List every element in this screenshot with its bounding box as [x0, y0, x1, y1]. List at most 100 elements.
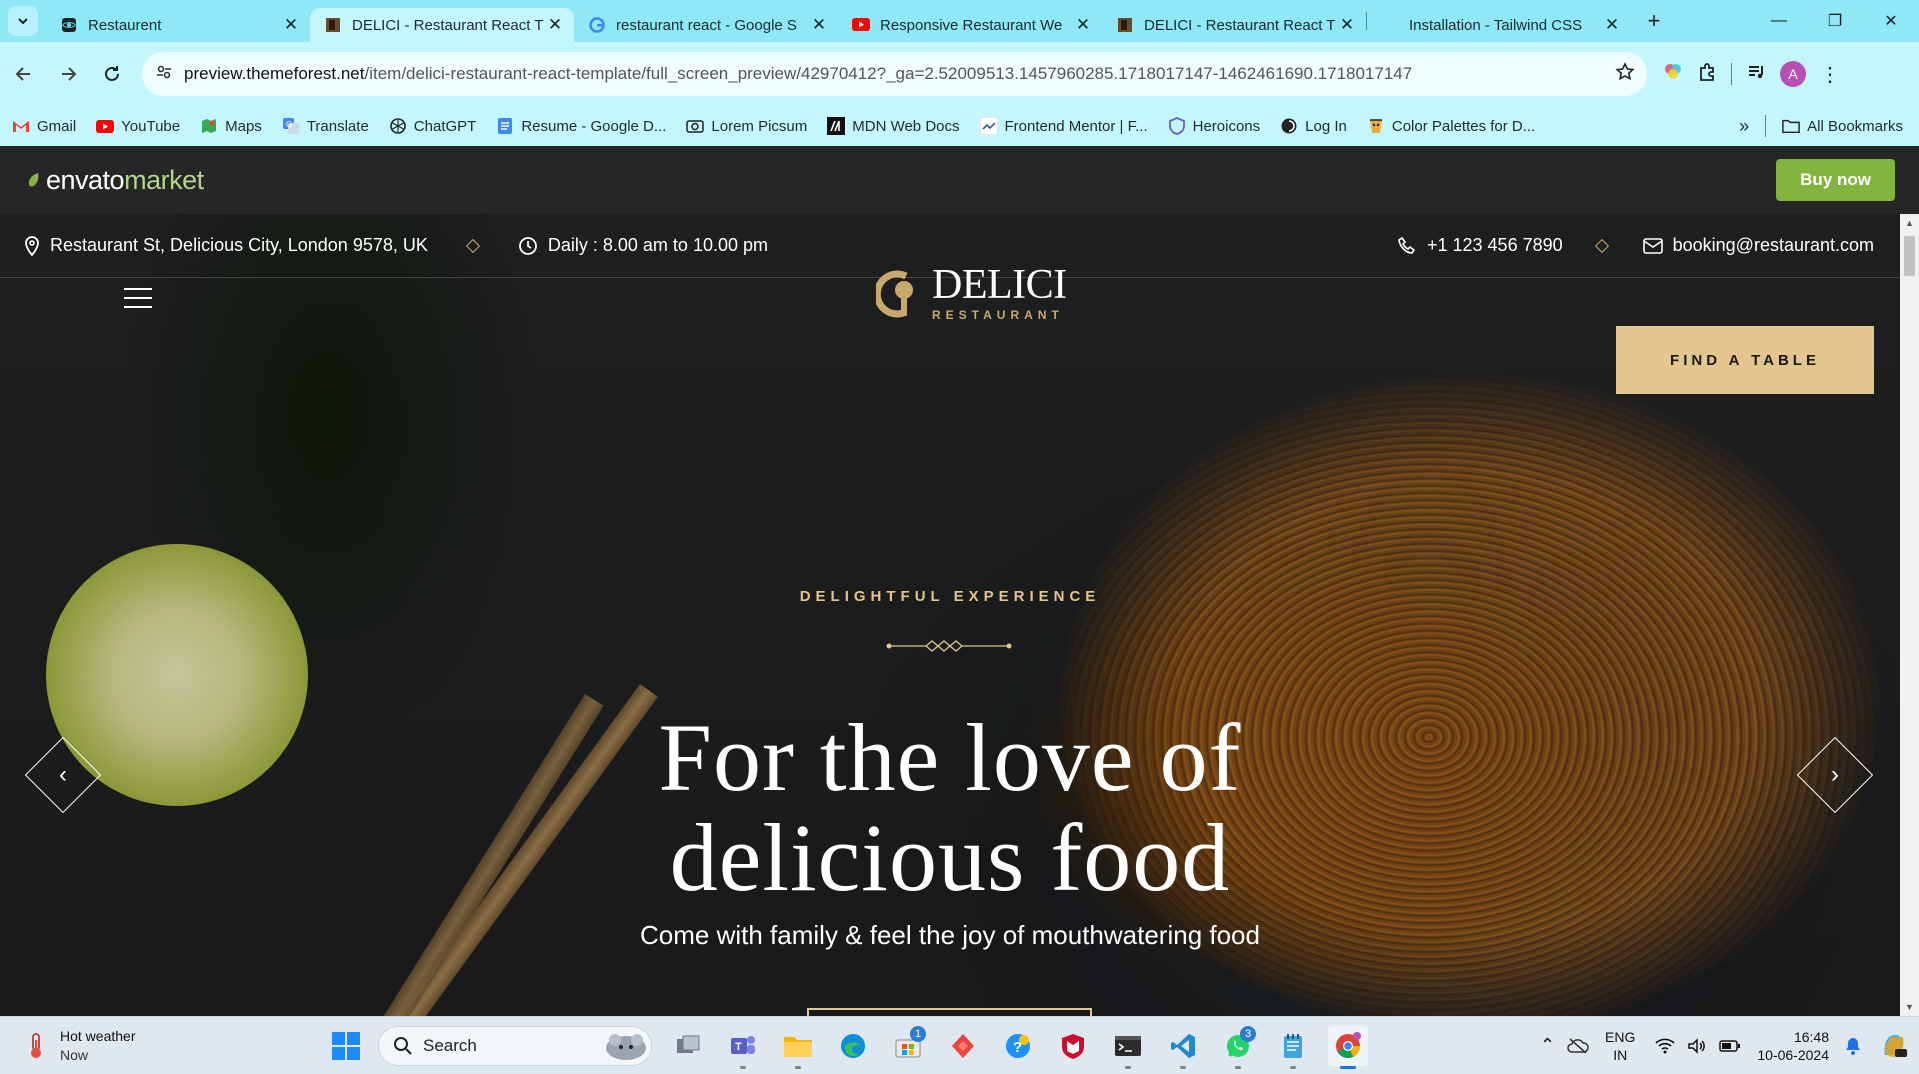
- browser-tab[interactable]: restaurant react - Google S ✕: [574, 8, 838, 42]
- bookmark-frontend-mentor[interactable]: Frontend Mentor | F...: [979, 117, 1148, 135]
- microsoft-store-icon[interactable]: 1: [888, 1025, 928, 1066]
- bookmark-translate[interactable]: G Translate: [282, 117, 369, 135]
- url-host: preview.themeforest.net: [184, 64, 365, 83]
- scroll-down-icon[interactable]: ▼: [1900, 1002, 1919, 1012]
- anydesk-icon[interactable]: [943, 1026, 983, 1066]
- page-scrollbar[interactable]: ▲ ▼: [1900, 214, 1919, 1016]
- chevron-left-icon: ‹: [59, 761, 67, 788]
- close-icon[interactable]: ✕: [1074, 15, 1092, 35]
- task-view-icon[interactable]: [668, 1026, 708, 1066]
- onedrive-offline-icon[interactable]: [1567, 1037, 1589, 1055]
- taskbar-search[interactable]: Search: [378, 1025, 652, 1066]
- hero-cta-button[interactable]: [807, 1008, 1092, 1016]
- bookmark-label: Resume - Google D...: [521, 117, 667, 135]
- browser-tab[interactable]: Responsive Restaurant We ✕: [838, 8, 1102, 42]
- weather-widget[interactable]: Hot weather Now: [24, 1027, 324, 1065]
- file-explorer-icon[interactable]: [778, 1026, 818, 1069]
- delici-logo[interactable]: DELICI RESTAURANT: [876, 264, 1067, 322]
- notification-bell-icon[interactable]: [1843, 1036, 1863, 1056]
- bookmark-mdn[interactable]: MDN Web Docs: [827, 117, 960, 135]
- close-icon[interactable]: ✕: [546, 15, 564, 35]
- tab-title: Installation - Tailwind CSS: [1409, 16, 1583, 34]
- site-info-icon[interactable]: [154, 62, 174, 87]
- bookmark-resume[interactable]: Resume - Google D...: [496, 117, 666, 135]
- bookmark-chatgpt[interactable]: ChatGPT: [389, 117, 476, 135]
- back-button[interactable]: [4, 54, 44, 94]
- scrollbar-thumb[interactable]: [1904, 236, 1915, 276]
- react-icon: [60, 16, 78, 34]
- search-label: Search: [423, 1035, 477, 1055]
- new-tab-button[interactable]: +: [1637, 4, 1671, 38]
- whatsapp-icon[interactable]: 3: [1218, 1025, 1258, 1069]
- forward-button[interactable]: [48, 54, 88, 94]
- buy-now-button[interactable]: Buy now: [1776, 159, 1895, 201]
- reload-button[interactable]: [92, 54, 132, 94]
- envato-logo-word: envato: [46, 164, 125, 195]
- address-bar[interactable]: preview.themeforest.net/item/delici-rest…: [142, 52, 1647, 96]
- bookmarks-overflow-button[interactable]: »: [1739, 116, 1749, 137]
- hamburger-menu-icon[interactable]: [124, 288, 152, 315]
- mcafee-icon[interactable]: [1053, 1026, 1093, 1066]
- bookmark-maps[interactable]: Maps: [200, 117, 262, 135]
- search-highlight-icon: [606, 1033, 646, 1060]
- bookmark-lorem-picsum[interactable]: Lorem Picsum: [686, 117, 807, 135]
- help-icon[interactable]: ?: [998, 1026, 1038, 1066]
- svg-text:T: T: [735, 1041, 742, 1053]
- media-playlist-icon[interactable]: [1746, 62, 1766, 87]
- terminal-icon[interactable]: [1108, 1026, 1148, 1069]
- bookmark-color-palettes[interactable]: Color Palettes for D...: [1367, 117, 1535, 135]
- edge-icon[interactable]: [833, 1026, 873, 1066]
- extensions-puzzle-icon[interactable]: [1697, 62, 1717, 87]
- tab-search-button[interactable]: [8, 6, 38, 36]
- notepad-icon[interactable]: [1273, 1026, 1313, 1069]
- minimize-button[interactable]: —: [1751, 0, 1807, 42]
- all-bookmarks-button[interactable]: All Bookmarks: [1782, 117, 1903, 135]
- bookmark-label: YouTube: [121, 117, 181, 135]
- browser-tab-active[interactable]: DELICI - Restaurant React T ✕: [310, 8, 574, 42]
- more-menu-icon[interactable]: ⋮: [1820, 62, 1840, 87]
- chrome-icon[interactable]: [1328, 1025, 1368, 1069]
- language-top: ENG: [1605, 1028, 1636, 1045]
- all-bookmarks-label: All Bookmarks: [1807, 117, 1903, 135]
- palette-icon: [1367, 117, 1385, 135]
- volume-icon: [1688, 1037, 1706, 1054]
- restore-button[interactable]: ❐: [1807, 0, 1863, 42]
- bookmark-youtube[interactable]: YouTube: [96, 117, 180, 135]
- headline-line-2: delicious food: [669, 804, 1231, 911]
- url-text: preview.themeforest.net/item/delici-rest…: [184, 64, 1615, 84]
- tab-title: DELICI - Restaurant React T: [1144, 16, 1336, 34]
- bookmark-log-in[interactable]: Log In: [1280, 117, 1347, 135]
- browser-tab-bar: Restaurent ✕ DELICI - Restaurant React T…: [0, 0, 1919, 42]
- close-icon[interactable]: ✕: [1603, 15, 1621, 35]
- bookmark-heroicons[interactable]: Heroicons: [1168, 117, 1260, 135]
- bookmark-gmail[interactable]: Gmail: [12, 117, 76, 135]
- browser-tab[interactable]: DELICI - Restaurant React T ✕: [1102, 8, 1366, 42]
- profile-avatar[interactable]: A: [1780, 61, 1806, 87]
- color-extension-icon[interactable]: [1663, 62, 1683, 87]
- close-window-button[interactable]: ✕: [1863, 0, 1919, 42]
- language-indicator[interactable]: ENG IN: [1605, 1028, 1635, 1064]
- browser-tab[interactable]: Installation - Tailwind CSS ✕: [1367, 8, 1631, 42]
- location-pin-icon: [24, 235, 40, 256]
- start-button[interactable]: [326, 1026, 366, 1066]
- vscode-icon[interactable]: [1163, 1026, 1203, 1069]
- envato-logo[interactable]: envato market: [26, 165, 204, 196]
- chevron-up-icon[interactable]: ⌃: [1540, 1035, 1555, 1056]
- teams-icon[interactable]: T: [723, 1026, 763, 1069]
- bookmark-star-icon[interactable]: [1615, 61, 1635, 87]
- clock[interactable]: 16:48 10-06-2024: [1757, 1028, 1829, 1064]
- close-icon[interactable]: ✕: [810, 15, 828, 35]
- browser-tab[interactable]: Restaurent ✕: [46, 8, 310, 42]
- close-icon[interactable]: ✕: [1338, 15, 1356, 35]
- quick-settings[interactable]: [1655, 1037, 1741, 1054]
- email-info[interactable]: booking@restaurant.com: [1642, 235, 1874, 256]
- mail-icon: [1642, 237, 1663, 254]
- translate-icon: G: [282, 117, 300, 135]
- bookmark-label: Translate: [306, 117, 369, 135]
- find-a-table-button[interactable]: FIND A TABLE: [1616, 326, 1874, 394]
- phone-info[interactable]: +1 123 456 7890: [1397, 235, 1563, 256]
- copilot-icon[interactable]: [1879, 1031, 1909, 1061]
- scroll-up-icon[interactable]: ▲: [1900, 218, 1919, 228]
- close-icon[interactable]: ✕: [282, 15, 300, 35]
- weather-title: Hot weather: [60, 1027, 136, 1044]
